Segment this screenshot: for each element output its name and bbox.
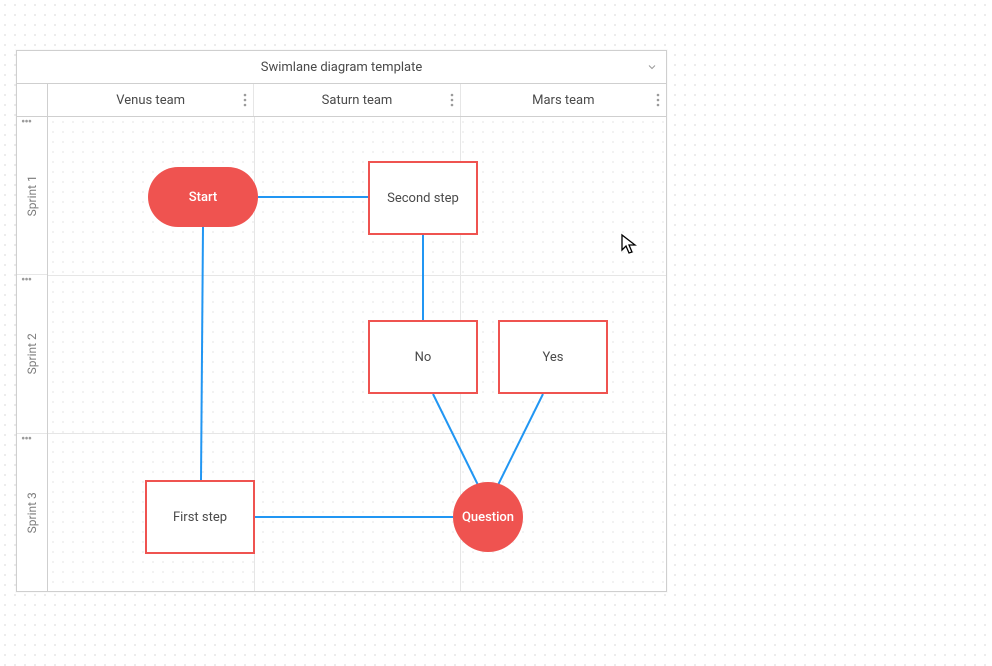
swimlane-body: ••• Sprint 1 ••• Sprint 2 ••• Sprint 3 — [17, 117, 666, 591]
node-question[interactable]: Question — [453, 482, 523, 552]
edge-question-no — [433, 394, 478, 485]
node-no[interactable]: No — [368, 320, 478, 394]
diagram-title: Swimlane diagram template — [261, 60, 423, 75]
node-label: No — [415, 350, 432, 365]
kebab-icon[interactable] — [450, 84, 454, 116]
column-header-saturn[interactable]: Saturn team — [254, 84, 460, 116]
column-header-label: Venus team — [116, 93, 185, 108]
row-header-label: Sprint 2 — [17, 275, 47, 432]
node-label: Yes — [543, 350, 564, 365]
kebab-icon[interactable] — [243, 84, 247, 116]
node-yes[interactable]: Yes — [498, 320, 608, 394]
node-first-step[interactable]: First step — [145, 480, 255, 554]
edge-question-yes — [498, 394, 543, 485]
row-header-label: Sprint 3 — [17, 434, 47, 591]
swimlane-canvas[interactable]: Start Second step No Yes First step Ques… — [48, 117, 666, 591]
column-header-mars[interactable]: Mars team — [461, 84, 666, 116]
diagram-title-bar[interactable]: Swimlane diagram template — [17, 51, 666, 84]
mouse-cursor-icon — [620, 233, 638, 255]
column-header-label: Saturn team — [322, 93, 393, 108]
column-header-venus[interactable]: Venus team — [48, 84, 254, 116]
node-label: Start — [189, 190, 217, 205]
row-header-sprint2[interactable]: ••• Sprint 2 — [17, 275, 47, 433]
header-corner-cell — [17, 84, 48, 116]
edge-start-first — [201, 227, 203, 480]
chevron-down-icon[interactable] — [646, 51, 658, 83]
column-header-row: Venus team Saturn team Mars team — [17, 84, 666, 117]
node-label: Second step — [387, 191, 459, 206]
row-header-label: Sprint 1 — [17, 117, 47, 274]
row-header-sprint1[interactable]: ••• Sprint 1 — [17, 117, 47, 275]
node-label: First step — [173, 510, 227, 525]
row-header-column: ••• Sprint 1 ••• Sprint 2 ••• Sprint 3 — [17, 117, 48, 591]
row-header-sprint3[interactable]: ••• Sprint 3 — [17, 434, 47, 591]
node-start[interactable]: Start — [148, 167, 258, 227]
node-label: Question — [462, 510, 514, 525]
swimlane-diagram: Swimlane diagram template Venus team Sat… — [16, 50, 667, 592]
column-header-label: Mars team — [532, 93, 594, 108]
kebab-icon[interactable] — [656, 84, 660, 116]
node-second-step[interactable]: Second step — [368, 161, 478, 235]
